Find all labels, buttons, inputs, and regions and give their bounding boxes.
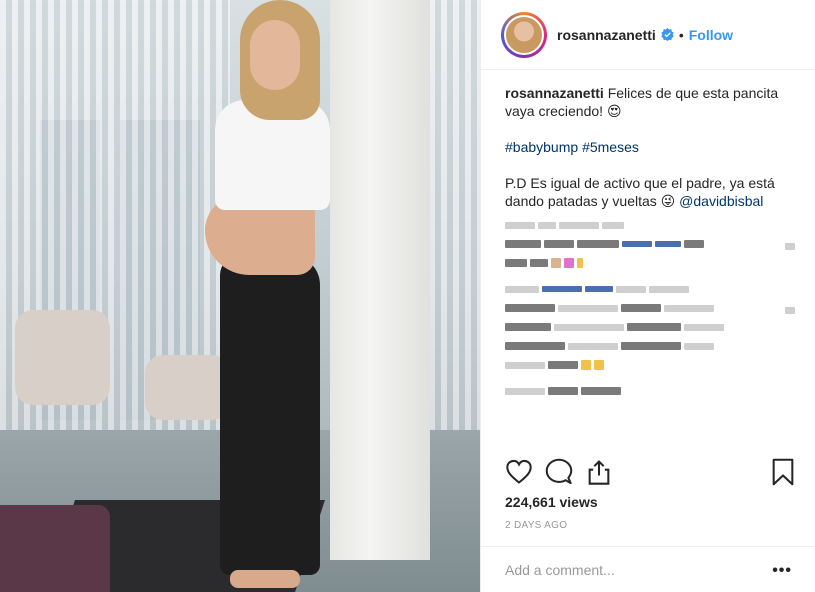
hashtag-link[interactable]: #babybump (505, 139, 578, 155)
blurred-comment (505, 218, 795, 232)
post-sidebar: rosannazanetti • Follow rosannazanetti F… (480, 0, 815, 592)
story-ring[interactable] (501, 11, 547, 58)
avatar[interactable] (504, 14, 544, 55)
share-icon[interactable] (585, 458, 613, 486)
black-pants (220, 255, 320, 575)
blurred-comment (505, 301, 795, 315)
follow-button[interactable]: Follow (689, 27, 733, 43)
bare-feet (230, 570, 300, 588)
instagram-post: rosannazanetti • Follow rosannazanetti F… (0, 0, 815, 592)
comments-area: rosannazanetti Felices de que esta panci… (505, 84, 795, 450)
white-column (330, 0, 430, 560)
comment-input[interactable] (505, 561, 755, 578)
sofa (0, 505, 110, 592)
bookmark-icon[interactable] (769, 458, 797, 486)
post-header: rosannazanetti • Follow (481, 0, 815, 70)
post-caption: rosannazanetti Felices de que esta panci… (505, 84, 795, 210)
blurred-comment (505, 282, 795, 296)
blurred-comment (505, 320, 795, 334)
post-date[interactable]: 2 DAYS AGO (505, 520, 567, 531)
caption-postscript: P.D Es igual de activo que el padre, ya … (505, 174, 795, 210)
blurred-comment (505, 384, 795, 398)
verified-badge-icon (661, 28, 674, 41)
post-video[interactable] (0, 0, 480, 592)
woman-figure (195, 0, 345, 592)
caption-hashtags: #babybump #5meses (505, 138, 795, 156)
header-username[interactable]: rosannazanetti (557, 27, 656, 43)
blurred-comment (505, 358, 795, 372)
blurred-comment (505, 237, 795, 251)
comment-icon[interactable] (545, 458, 573, 486)
hashtag-link[interactable]: #5meses (582, 139, 639, 155)
caption-username[interactable]: rosannazanetti (505, 85, 604, 101)
mention-link[interactable]: @davidbisbal (679, 193, 763, 209)
separator-dot: • (678, 26, 684, 43)
face (250, 20, 300, 90)
add-comment-bar: ••• (481, 546, 815, 592)
more-options-icon[interactable]: ••• (772, 562, 792, 580)
armchair (15, 310, 110, 405)
heart-icon[interactable] (505, 458, 533, 486)
blurred-comment (505, 339, 795, 353)
action-bar (505, 458, 797, 490)
view-count[interactable]: 224,661 views (505, 494, 598, 510)
blurred-comment (505, 256, 795, 270)
caption-text: rosannazanetti Felices de que esta panci… (505, 84, 795, 120)
